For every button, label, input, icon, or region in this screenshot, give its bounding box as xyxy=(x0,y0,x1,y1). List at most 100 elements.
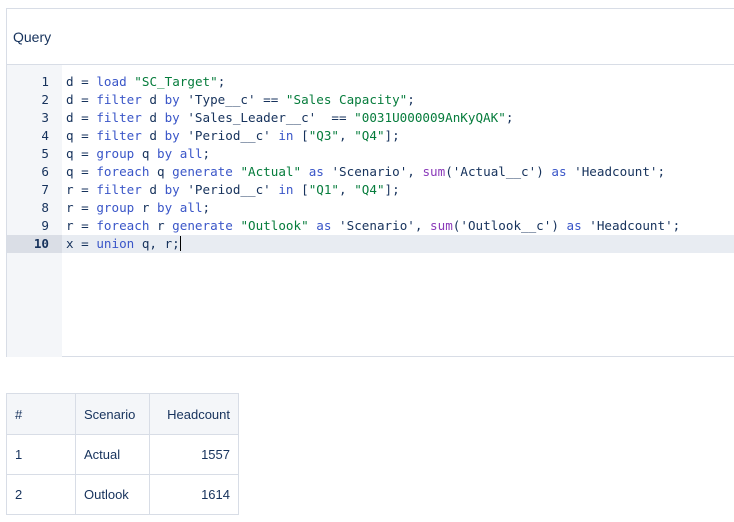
code-token: d xyxy=(141,128,165,143)
code-area[interactable]: d = load "SC_Target"; d = filter d by 'Ty… xyxy=(62,65,734,357)
header-scenario[interactable]: Scenario xyxy=(75,393,150,435)
code-token: "Q4" xyxy=(354,182,385,197)
code-token: d = xyxy=(66,74,97,89)
code-token: "Q1" xyxy=(308,182,340,197)
code-token: q = xyxy=(66,164,97,179)
code-token: 'Period__c' xyxy=(179,128,279,143)
code-line[interactable]: q = foreach q generate "Actual" as 'Scen… xyxy=(62,163,734,181)
code-token: ; xyxy=(202,200,211,215)
code-token: group xyxy=(96,200,135,215)
code-token: "Sales Capacity" xyxy=(285,92,408,107)
code-token: "0031U000009AnKyQAK" xyxy=(354,110,506,125)
table-row: 1 Actual 1557 xyxy=(6,434,239,475)
code-token: ; xyxy=(505,110,514,125)
code-token: d xyxy=(141,92,165,107)
code-token: d = xyxy=(66,110,97,125)
code-token: ('Outlook__c') xyxy=(452,218,567,233)
line-number: 4 xyxy=(41,128,49,143)
table-row: 2 Outlook 1614 xyxy=(6,474,239,515)
code-line[interactable]: r = filter d by 'Period__c' in ["Q1", "Q… xyxy=(62,181,734,199)
code-token: sum xyxy=(430,218,453,233)
code-token: filter xyxy=(96,92,142,107)
code-token: r = xyxy=(66,218,97,233)
code-token: by xyxy=(164,92,180,107)
code-token: all xyxy=(179,200,203,215)
code-token: , xyxy=(339,128,355,143)
code-token: as xyxy=(566,218,582,233)
code-token: group xyxy=(96,146,135,161)
code-line[interactable]: d = filter d by 'Sales_Leader__c' == "00… xyxy=(62,109,734,127)
header-headcount[interactable]: Headcount xyxy=(149,393,239,435)
code-token: 'Headcount'; xyxy=(566,164,666,179)
code-token: filter xyxy=(96,182,142,197)
code-token: d xyxy=(141,110,165,125)
query-panel: Query 1 2 3 4 5 6 7 8 9 10 d = load "SC_Target"; d… xyxy=(6,8,734,357)
code-line[interactable]: d = filter d by 'Type__c' == "Sales Capa… xyxy=(62,91,734,109)
code-token: q xyxy=(134,146,158,161)
code-line[interactable]: x = union q, r; xyxy=(62,235,734,253)
code-token: ; xyxy=(407,92,415,107)
code-token: ]; xyxy=(384,182,400,197)
code-token: generate xyxy=(172,164,233,179)
results-table: # Scenario Headcount 1 Actual 1557 2 Out… xyxy=(6,393,239,515)
cell-headcount: 1557 xyxy=(149,434,239,475)
line-number: 9 xyxy=(41,218,49,233)
code-token: , xyxy=(339,182,355,197)
code-token: ('Actual__c') xyxy=(445,164,552,179)
code-token: 'Headcount'; xyxy=(581,218,681,233)
code-token: in xyxy=(278,128,294,143)
code-token: by xyxy=(164,182,180,197)
code-token: foreach xyxy=(96,164,150,179)
header-index[interactable]: # xyxy=(6,393,76,435)
code-token: "Q3" xyxy=(308,128,340,143)
code-token: load xyxy=(96,74,127,89)
code-token: q = xyxy=(66,146,97,161)
code-token: r xyxy=(134,200,158,215)
code-token: as xyxy=(308,164,324,179)
line-number: 2 xyxy=(41,92,49,107)
line-number-gutter: 1 2 3 4 5 6 7 8 9 10 xyxy=(7,65,62,357)
line-number: 5 xyxy=(41,146,49,161)
code-line[interactable]: r = group r by all; xyxy=(62,199,734,217)
code-token: [ xyxy=(293,128,309,143)
code-token: "Q4" xyxy=(354,128,385,143)
code-token: generate xyxy=(172,218,233,233)
code-token: filter xyxy=(96,110,142,125)
code-token: 'Period__c' xyxy=(179,182,279,197)
code-line[interactable]: d = load "SC_Target"; xyxy=(62,73,734,91)
line-number: 6 xyxy=(41,164,49,179)
line-number: 3 xyxy=(41,110,49,125)
code-line[interactable]: q = group q by all; xyxy=(62,145,734,163)
code-token: as xyxy=(316,218,332,233)
cell-scenario: Outlook xyxy=(75,474,150,515)
cell-index: 2 xyxy=(6,474,76,515)
code-token: q xyxy=(149,164,173,179)
code-token: by xyxy=(164,110,180,125)
code-token: 'Scenario', xyxy=(323,164,423,179)
code-token: q, r; xyxy=(134,236,180,251)
line-number: 1 xyxy=(41,74,49,89)
code-line[interactable]: r = foreach r generate "Outlook" as 'Sce… xyxy=(62,217,734,235)
code-token: sum xyxy=(422,164,446,179)
text-cursor xyxy=(179,236,181,251)
line-number: 7 xyxy=(41,182,49,197)
code-token: [ xyxy=(293,182,309,197)
code-token: foreach xyxy=(96,218,150,233)
cell-index: 1 xyxy=(6,434,76,475)
code-token: 'Type__c' == xyxy=(179,92,286,107)
code-token: ; xyxy=(217,74,226,89)
code-token: "SC_Target" xyxy=(134,74,218,89)
code-token: 'Sales_Leader__c' == xyxy=(179,110,355,125)
code-token: filter xyxy=(96,128,142,143)
code-line[interactable]: q = filter d by 'Period__c' in ["Q3", "Q… xyxy=(62,127,734,145)
code-token: ]; xyxy=(384,128,400,143)
code-token: all xyxy=(179,146,203,161)
code-token: by xyxy=(157,146,173,161)
code-editor[interactable]: 1 2 3 4 5 6 7 8 9 10 d = load "SC_Target"; d = fil… xyxy=(7,65,734,357)
code-token: "Actual" xyxy=(240,164,302,179)
line-number: 8 xyxy=(41,200,49,215)
code-token: union xyxy=(96,236,135,251)
code-token: q = xyxy=(66,128,97,143)
